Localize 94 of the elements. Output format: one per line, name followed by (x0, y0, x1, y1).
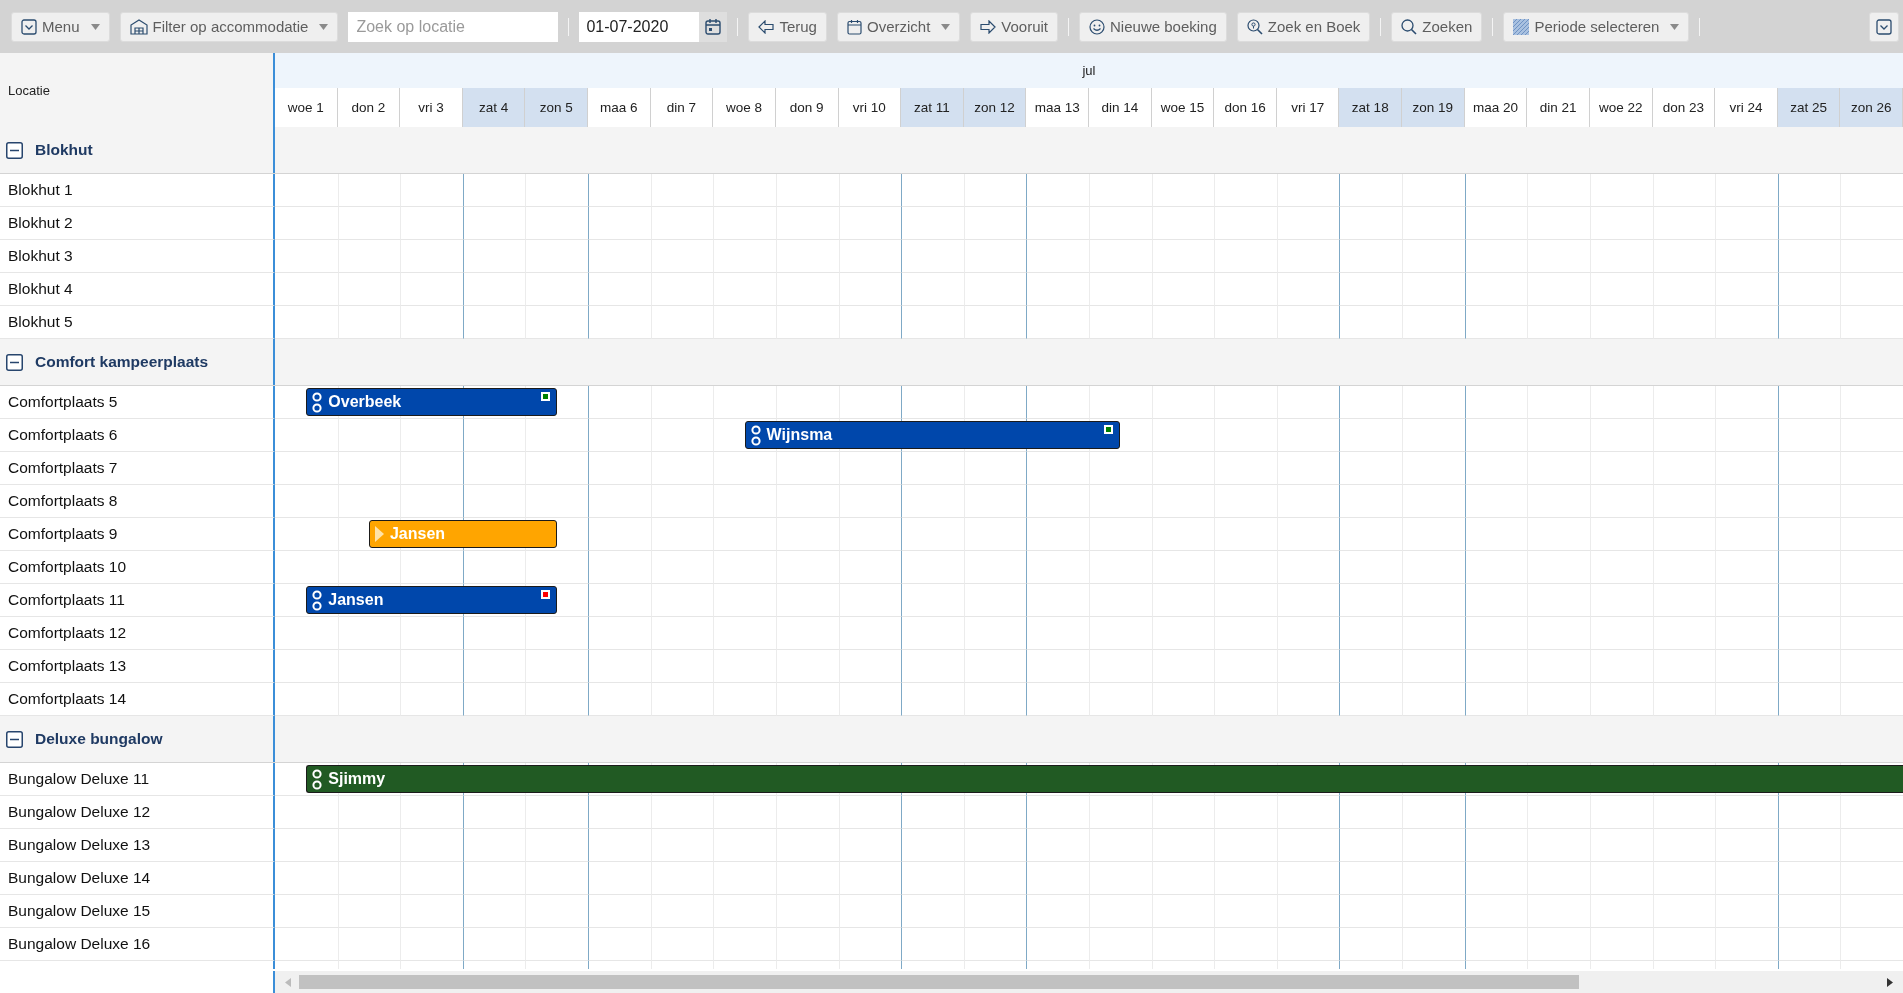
location-name: Comfortplaats 7 (0, 452, 275, 485)
day-header: vri 3 (400, 88, 463, 127)
calendar-icon (705, 18, 722, 35)
guest-name: Sjimmy (328, 770, 386, 788)
day-header: zat 18 (1339, 88, 1403, 127)
day-header: don 2 (337, 88, 401, 127)
day-header: zat 11 (901, 88, 964, 127)
filter-dropdown[interactable]: Filter op accommodatie (119, 11, 339, 42)
overview-dropdown[interactable]: Overzicht (836, 11, 961, 42)
day-header: zon 12 (963, 88, 1027, 127)
horizontal-scrollbar[interactable] (275, 971, 1903, 993)
day-header: vri 24 (1715, 88, 1778, 127)
group-title: Comfort kampeerplaats (35, 353, 209, 371)
calendar-button[interactable] (699, 11, 728, 42)
menu-button[interactable]: Menu (11, 11, 110, 42)
location-name: Blokhut 4 (0, 273, 275, 306)
location-name: Bungalow Deluxe 15 (0, 895, 275, 928)
scroll-right-icon[interactable] (1887, 977, 1893, 987)
day-header: zat 4 (462, 88, 526, 127)
search-pin-icon (1246, 18, 1263, 35)
location-name: Comfortplaats 6 (0, 419, 275, 452)
day-header: woe 8 (713, 88, 776, 127)
booking-bar[interactable]: Jansen (306, 586, 557, 614)
smiley-icon (1089, 18, 1106, 35)
guest-name: Overbeek (328, 393, 402, 411)
day-header: maa 20 (1464, 88, 1528, 127)
day-header: don 16 (1214, 88, 1277, 127)
day-header: vri 10 (838, 88, 902, 127)
location-name: Comfortplaats 9 (0, 518, 275, 551)
group-title: Deluxe bungalow (35, 730, 163, 748)
date-field[interactable]: 01-07-2020 (579, 11, 700, 42)
arrow-right-icon (980, 19, 997, 34)
triangle-icon (374, 526, 384, 542)
rings-icon (312, 768, 323, 790)
day-header: din 14 (1089, 88, 1152, 127)
day-header: woe 1 (275, 88, 338, 127)
day-header: maa 13 (1026, 88, 1089, 127)
forward-button[interactable]: Vooruit (970, 11, 1059, 42)
day-header: woe 22 (1589, 88, 1653, 127)
collapse-icon[interactable] (6, 730, 23, 748)
period-dropdown[interactable]: Periode selecteren (1503, 11, 1690, 42)
rings-icon (312, 391, 323, 413)
group-title: Blokhut (35, 141, 93, 159)
search-and-book-button[interactable]: Zoek en Boek (1236, 11, 1371, 42)
day-header: din 7 (650, 88, 714, 127)
day-header: zon 19 (1402, 88, 1465, 127)
day-header: zat 25 (1777, 88, 1841, 127)
location-name: Comfortplaats 5 (0, 386, 275, 419)
rings-icon (750, 424, 761, 446)
location-name: Bungalow Deluxe 16 (0, 928, 275, 961)
location-name: Bungalow Deluxe 14 (0, 862, 275, 895)
search-button[interactable]: Zoeken (1391, 11, 1483, 42)
day-header: woe 15 (1151, 88, 1215, 127)
calendar-icon (846, 18, 862, 35)
arrow-left-icon (758, 19, 775, 34)
booking-bar[interactable]: Overbeek (306, 388, 557, 416)
day-header: don 23 (1652, 88, 1716, 127)
day-header: din 21 (1527, 88, 1590, 127)
scrollbar-thumb[interactable] (299, 975, 1579, 989)
location-name: Bungalow Deluxe 12 (0, 796, 275, 829)
guest-name: Jansen (389, 525, 446, 543)
collapse-button[interactable] (1869, 11, 1899, 42)
month-label: jul (1082, 63, 1096, 78)
day-header: zon 5 (525, 88, 589, 127)
location-name: Comfortplaats 12 (0, 617, 275, 650)
collapse-icon[interactable] (6, 353, 23, 371)
day-header: zon 26 (1840, 88, 1903, 127)
building-icon (129, 18, 148, 35)
location-name: Bungalow Deluxe 13 (0, 829, 275, 862)
location-name: Comfortplaats 8 (0, 485, 275, 518)
day-header: maa 6 (588, 88, 651, 127)
day-header: don 9 (775, 88, 839, 127)
booking-bar[interactable]: Sjimmy (306, 765, 1903, 793)
collapse-icon[interactable] (6, 141, 23, 159)
location-search-field[interactable]: Zoek op locatie (348, 11, 559, 42)
chevron-square-icon (1876, 18, 1892, 35)
column-header: Locatie (8, 82, 50, 98)
new-booking-button[interactable]: Nieuwe boeking (1079, 11, 1227, 42)
location-name: Blokhut 1 (0, 174, 275, 207)
chevron-square-icon (21, 18, 37, 35)
location-name: Comfortplaats 11 (0, 584, 275, 617)
location-name: Comfortplaats 10 (0, 551, 275, 584)
guest-name: Wijnsma (766, 426, 833, 444)
rings-icon (312, 589, 323, 611)
day-header: vri 17 (1276, 88, 1340, 127)
location-name: Bungalow Deluxe 11 (0, 763, 275, 796)
back-button[interactable]: Terug (748, 11, 827, 42)
hatched-square-icon (1513, 18, 1530, 35)
booking-bar[interactable]: Wijnsma (744, 421, 1121, 449)
location-name: Blokhut 3 (0, 240, 275, 273)
location-name: Blokhut 2 (0, 207, 275, 240)
search-icon (1401, 18, 1418, 35)
guest-name: Jansen (328, 591, 384, 609)
location-name: Comfortplaats 13 (0, 650, 275, 683)
